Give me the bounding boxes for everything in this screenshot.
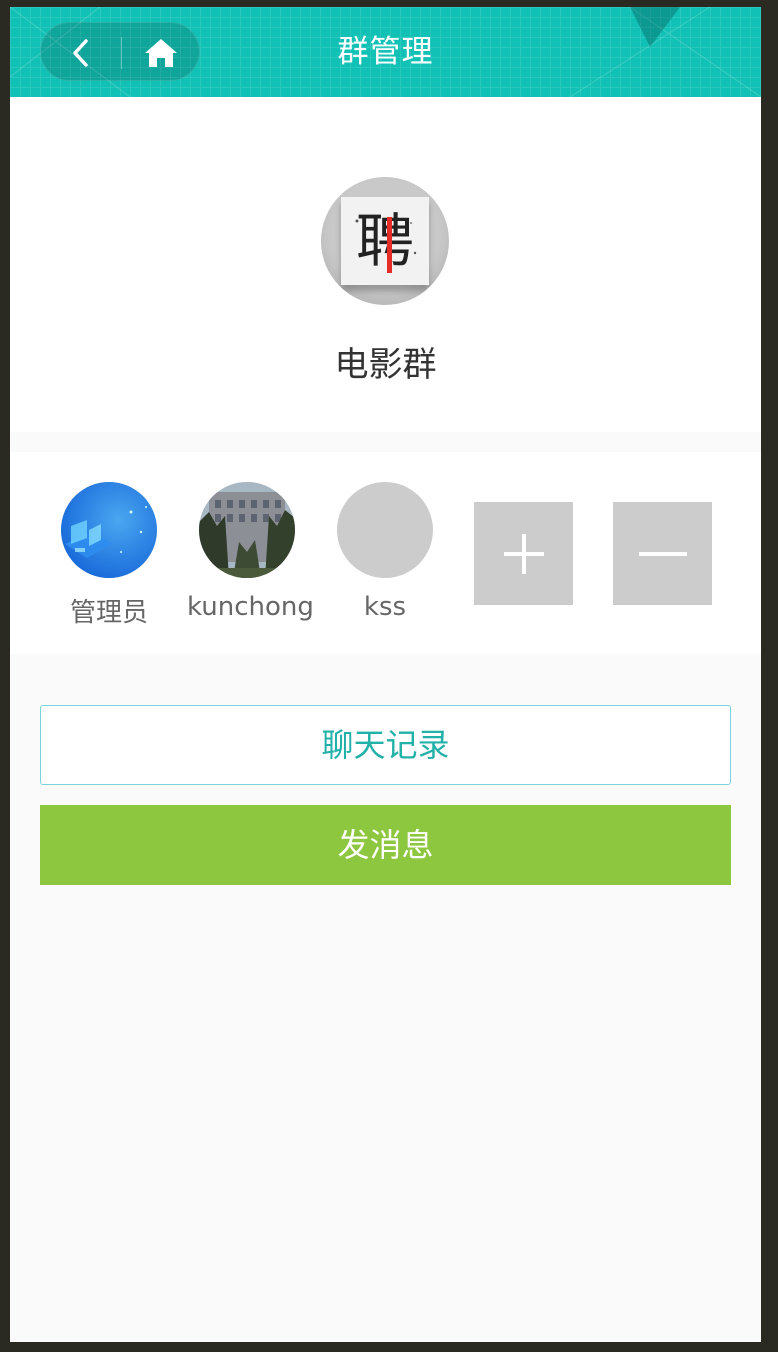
chat-history-button[interactable]: 聊天记录 bbox=[40, 705, 731, 785]
page-title: 群管理 bbox=[337, 34, 434, 70]
building-photo-avatar bbox=[199, 482, 295, 578]
member-item[interactable]: kss bbox=[325, 482, 445, 622]
recruit-logo-icon: 聘 bbox=[355, 207, 417, 275]
member-list: 管理员 kunchong kss bbox=[10, 452, 761, 654]
placeholder-avatar bbox=[337, 482, 433, 578]
add-member-button[interactable] bbox=[474, 502, 573, 605]
member-avatar bbox=[61, 482, 157, 578]
member-name: 管理员 bbox=[69, 598, 148, 628]
member-name: kunchong bbox=[187, 592, 314, 622]
app-frame: 群管理 聘 电影群 管理员 kunchong kss 聊天记录 发消息 bbox=[10, 7, 761, 1342]
member-name: kss bbox=[363, 592, 407, 622]
group-name: 电影群 bbox=[334, 345, 437, 385]
svg-text:聘: 聘 bbox=[356, 207, 414, 275]
plus-icon bbox=[503, 533, 544, 574]
header-bar: 群管理 bbox=[10, 7, 761, 97]
member-item[interactable]: kunchong bbox=[187, 482, 314, 622]
group-avatar-image: 聘 bbox=[341, 197, 429, 285]
send-message-button[interactable]: 发消息 bbox=[40, 805, 731, 885]
group-avatar[interactable]: 聘 bbox=[321, 177, 449, 305]
remove-member-button[interactable] bbox=[613, 502, 712, 605]
tech-illustration-avatar bbox=[61, 482, 157, 578]
minus-icon bbox=[638, 551, 687, 556]
group-info-section: 聘 电影群 bbox=[10, 97, 761, 432]
member-avatar bbox=[199, 482, 295, 578]
member-item[interactable]: 管理员 bbox=[49, 482, 169, 629]
